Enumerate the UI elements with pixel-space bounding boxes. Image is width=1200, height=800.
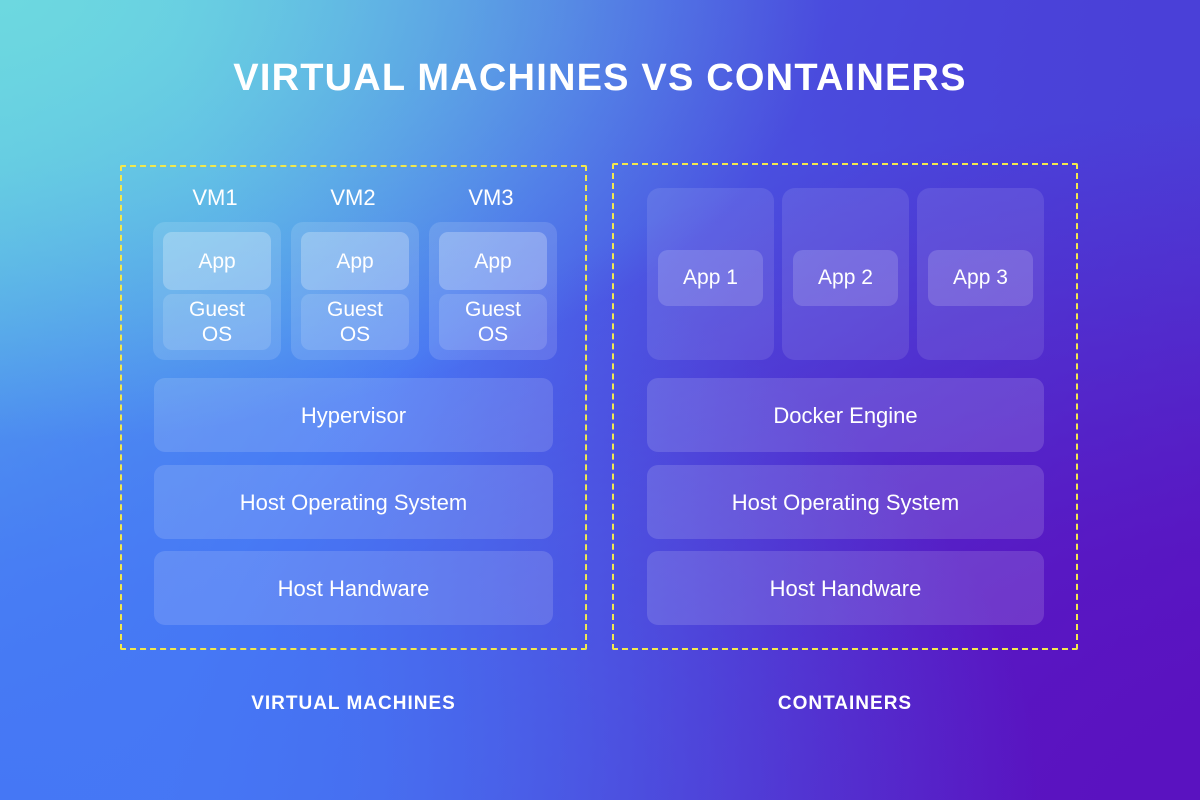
container-app-label-1: App 1	[658, 250, 763, 306]
vm-stack-1[interactable]: App Guest OS	[153, 222, 281, 360]
vm-layer-host-hardware[interactable]: Host Handware	[154, 551, 553, 625]
vm-column-label-3: VM3	[468, 185, 514, 210]
container-box-3[interactable]: App 3	[917, 188, 1044, 360]
virtual-machines-caption: VIRTUAL MACHINES	[251, 693, 456, 714]
container-box-2[interactable]: App 2	[782, 188, 909, 360]
container-box-1[interactable]: App 1	[647, 188, 774, 360]
page-title: VIRTUAL MACHINES VS CONTAINERS	[233, 57, 967, 99]
vm-layer-host-operating-system[interactable]: Host Operating System	[154, 465, 553, 539]
vm-column-label-2: VM2	[330, 185, 376, 210]
vm-guest-os-box-2: Guest OS	[301, 294, 409, 350]
vm-app-box-3: App	[439, 232, 547, 290]
vm-stack-3[interactable]: App Guest OS	[429, 222, 557, 360]
container-layer-host-operating-system[interactable]: Host Operating System	[647, 465, 1044, 539]
container-app-label-3: App 3	[928, 250, 1033, 306]
containers-caption: CONTAINERS	[777, 693, 913, 714]
container-app-label-2: App 2	[793, 250, 898, 306]
vm-layer-hypervisor[interactable]: Hypervisor	[154, 378, 553, 452]
vm-guest-os-box-3: Guest OS	[439, 294, 547, 350]
diagram-canvas: VIRTUAL MACHINES VS CONTAINERS VM1 VM2 V…	[0, 0, 1200, 800]
vm-guest-os-box-1: Guest OS	[163, 294, 271, 350]
vm-column-label-1: VM1	[192, 185, 238, 210]
container-layer-host-hardware[interactable]: Host Handware	[647, 551, 1044, 625]
vm-app-box-2: App	[301, 232, 409, 290]
container-layer-docker-engine[interactable]: Docker Engine	[647, 378, 1044, 452]
vm-app-box-1: App	[163, 232, 271, 290]
vm-stack-2[interactable]: App Guest OS	[291, 222, 419, 360]
